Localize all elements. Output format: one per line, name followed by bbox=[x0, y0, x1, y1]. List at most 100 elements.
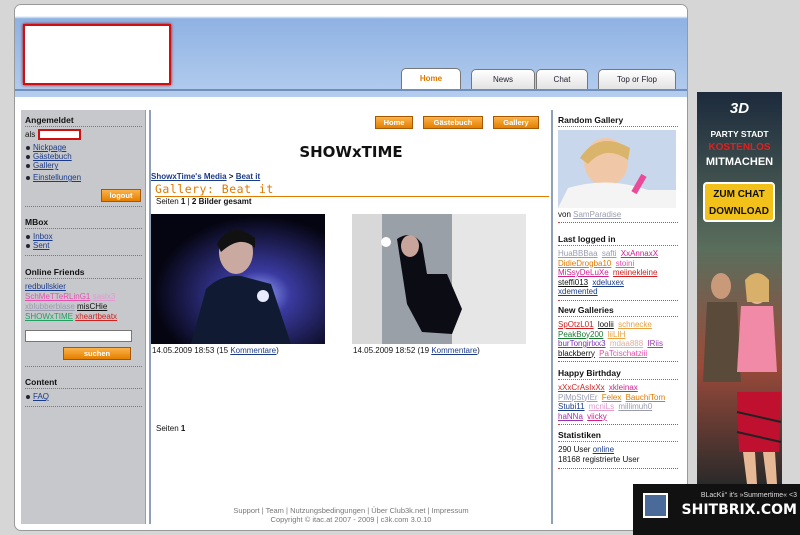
friends-heading: Online Friends bbox=[25, 267, 142, 279]
nav-gallery-button[interactable]: Gallery bbox=[493, 116, 539, 129]
user-link[interactable]: stoini bbox=[616, 259, 635, 268]
copyright: Copyright © itac.at 2007 - 2009 | c3k.co… bbox=[270, 515, 432, 524]
page-frame: Home News Chat Top or Flop Angemeldet al… bbox=[14, 4, 688, 531]
user-link[interactable]: loolii bbox=[598, 320, 614, 329]
user-link[interactable]: Stubi11 bbox=[558, 402, 585, 411]
search-button[interactable]: suchen bbox=[63, 347, 131, 360]
footer-terms-link[interactable]: Nutzungsbedingungen bbox=[290, 506, 365, 515]
photo-2-comments-link[interactable]: Kommentare bbox=[431, 346, 477, 355]
tab-top-or-flop[interactable]: Top or Flop bbox=[598, 69, 676, 89]
right-sidebar: Random Gallery von SamParadise Last logg… bbox=[556, 110, 681, 524]
user-link[interactable]: MiSsyDeLuXe bbox=[558, 268, 609, 277]
user-link[interactable]: blackberry bbox=[558, 349, 595, 358]
user-link[interactable]: burTongirlxx3 bbox=[558, 339, 606, 348]
new-galleries-list: SpOtzL01 loolii schnecke PeakBoy200 liiL… bbox=[558, 320, 678, 358]
friend-link[interactable]: redbullskier bbox=[25, 282, 66, 291]
user-link[interactable]: DidieDrogba10 bbox=[558, 259, 611, 268]
user-link[interactable]: PeakBoy200 bbox=[558, 330, 603, 339]
breadcrumb-separator: > bbox=[228, 172, 234, 181]
last-logged-heading: Last logged in bbox=[558, 234, 678, 246]
user-link[interactable]: xdemented bbox=[558, 287, 598, 296]
user-link[interactable]: IRiis bbox=[647, 339, 663, 348]
as-label: als bbox=[25, 130, 36, 139]
mbox-heading: MBox bbox=[25, 217, 142, 229]
user-link[interactable]: XxAnnaxX bbox=[621, 249, 658, 258]
friend-link[interactable]: saslx3 bbox=[93, 292, 116, 301]
statistics: 290 User online 18168 registrierte User bbox=[558, 445, 640, 464]
user-link[interactable]: liiLIH bbox=[608, 330, 626, 339]
random-gallery-user-link[interactable]: SamParadise bbox=[573, 210, 621, 219]
random-gallery-photo[interactable] bbox=[558, 130, 676, 208]
nav-guestbook-button[interactable]: Gästebuch bbox=[423, 116, 483, 129]
birthday-list: xXxCrAsIxXx xkleinax PiMpStylEr Felex Ba… bbox=[558, 383, 678, 421]
friend-link[interactable]: SHOWxTIME bbox=[25, 312, 73, 321]
ad-chat-button[interactable]: ZUM CHAT DOWNLOAD bbox=[703, 182, 775, 222]
user-link[interactable]: steffi013 bbox=[558, 278, 588, 287]
breadcrumb: ShowxTime's Media > Beat it bbox=[151, 172, 260, 181]
user-link[interactable]: xdeluxex bbox=[592, 278, 624, 287]
user-link[interactable]: PaTcischatziii bbox=[599, 349, 647, 358]
nickpage-link[interactable]: Nickpage bbox=[25, 143, 142, 152]
sent-link[interactable]: Sent bbox=[25, 241, 142, 250]
username-redacted bbox=[38, 129, 81, 140]
gallery-link[interactable]: Gallery bbox=[25, 161, 142, 170]
tab-underline bbox=[15, 89, 687, 91]
logout-button[interactable]: logout bbox=[101, 189, 141, 202]
user-link[interactable]: HuaBBBaa bbox=[558, 249, 598, 258]
ad-line-3: MITMACHEN bbox=[705, 156, 774, 168]
content-links: FAQ bbox=[25, 392, 142, 401]
online-users-link[interactable]: online bbox=[593, 445, 614, 454]
user-link[interactable]: millimuh0 bbox=[618, 402, 652, 411]
footer-imprint-link[interactable]: Impressum bbox=[432, 506, 469, 515]
gallery-photo-2[interactable] bbox=[352, 214, 526, 344]
photo-1-comments-link[interactable]: Kommentare bbox=[230, 346, 276, 355]
user-link[interactable]: xXxCrAsIxXx bbox=[558, 383, 605, 392]
gallery-heading: Gallery: Beat it bbox=[155, 182, 549, 197]
random-gallery-owner: von SamParadise bbox=[558, 210, 622, 219]
new-galleries-heading: New Galleries bbox=[558, 305, 678, 317]
user-link[interactable]: Felex bbox=[602, 393, 622, 402]
friend-link[interactable]: SchMeTTeRLinG1 bbox=[25, 292, 90, 301]
tab-chat[interactable]: Chat bbox=[536, 69, 588, 89]
inbox-link[interactable]: Inbox bbox=[25, 232, 142, 241]
user-link[interactable]: xkleinax bbox=[609, 383, 638, 392]
left-sidebar: Angemeldet als Nickpage Gästebuch Galler… bbox=[21, 110, 146, 524]
user-link[interactable]: viicky bbox=[587, 412, 607, 421]
ad-3d-text: 3D bbox=[729, 100, 750, 117]
guestbook-link[interactable]: Gästebuch bbox=[25, 152, 142, 161]
bottom-advertisement[interactable]: BLacKii° it's »Summertime« <3 SHITBRIX.C… bbox=[633, 484, 800, 535]
breadcrumb-media-link[interactable]: ShowxTime's Media bbox=[151, 172, 227, 181]
tab-news[interactable]: News bbox=[471, 69, 535, 89]
user-link[interactable]: BauchiTom bbox=[626, 393, 666, 402]
friend-link[interactable]: xheartbeatx bbox=[75, 312, 117, 321]
photo-2-caption: 14.05.2009 18:52 (19 Kommentare) bbox=[353, 346, 480, 355]
ad-brand: SHITBRIX.COM bbox=[681, 502, 797, 518]
footer-team-link[interactable]: Team bbox=[266, 506, 284, 515]
user-link[interactable]: safti bbox=[602, 249, 617, 258]
friend-search-input[interactable] bbox=[25, 330, 132, 342]
pagination-bottom: Seiten 1 bbox=[156, 424, 186, 433]
user-link[interactable]: meiinekleine bbox=[613, 268, 657, 277]
nav-home-button[interactable]: Home bbox=[375, 116, 413, 129]
right-advertisement[interactable]: 3D PARTY STADT KOSTENLOS MITMACHEN ZUM C… bbox=[697, 92, 782, 484]
breadcrumb-gallery-link[interactable]: Beat it bbox=[236, 172, 260, 181]
ad-tagline: BLacKii° it's »Summertime« <3 bbox=[700, 492, 797, 499]
footer-about-link[interactable]: Über Club3k.net bbox=[371, 506, 425, 515]
user-link[interactable]: SpOtzL01 bbox=[558, 320, 594, 329]
user-link[interactable]: schnecke bbox=[618, 320, 652, 329]
profile-title: SHOWxTIME bbox=[299, 143, 403, 161]
statistics-heading: Statistiken bbox=[558, 430, 678, 442]
tab-home[interactable]: Home bbox=[401, 68, 461, 90]
settings-link[interactable]: Einstellungen bbox=[25, 173, 142, 182]
faq-link[interactable]: FAQ bbox=[25, 392, 142, 401]
gallery-photo-1[interactable] bbox=[151, 214, 325, 344]
birthday-heading: Happy Birthday bbox=[558, 368, 678, 380]
user-link[interactable]: mdaa888 bbox=[610, 339, 643, 348]
user-link[interactable]: PiMpStylEr bbox=[558, 393, 598, 402]
friend-link[interactable]: xblubberblase bbox=[25, 302, 75, 311]
friend-link[interactable]: misCHie bbox=[77, 302, 107, 311]
user-link[interactable]: mcniLs bbox=[589, 402, 614, 411]
user-link[interactable]: haNNa bbox=[558, 412, 583, 421]
footer-support-link[interactable]: Support bbox=[233, 506, 259, 515]
site-logo[interactable] bbox=[23, 24, 171, 85]
